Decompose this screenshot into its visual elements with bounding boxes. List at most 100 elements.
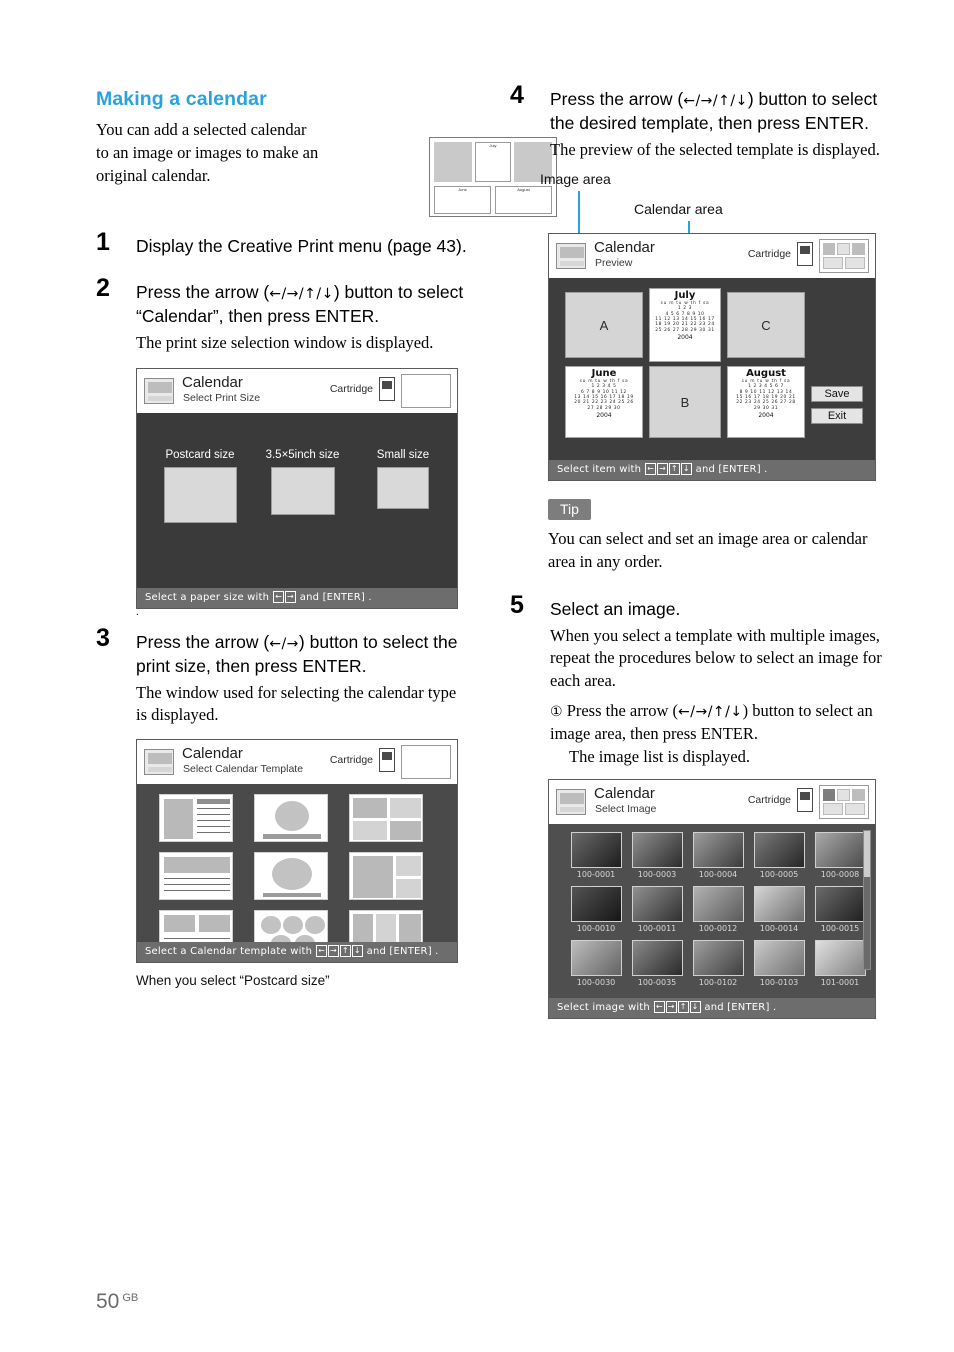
sample-month-label-june: June — [458, 187, 467, 192]
preview-footer-post: and [ENTER] . — [695, 464, 768, 476]
step-3-heading: Press the arrow (←/→) button to select t… — [136, 631, 468, 679]
image-list: 100-0001 100-0003 100-0004 100-0005 100-… — [549, 823, 875, 1018]
stray-mark: . — [136, 606, 139, 619]
print-size-header: Calendar Select Print Size Cartridge — [137, 369, 457, 415]
page-region-code: GB — [122, 1292, 139, 1304]
step-4-arrow-glyphs: ←/→/↑/↓ — [683, 93, 748, 109]
preview-august-year: 2004 — [758, 412, 774, 420]
list-item[interactable] — [571, 831, 622, 868]
step-3-number: 3 — [96, 624, 110, 653]
list-item[interactable] — [815, 885, 866, 922]
print-size-body: Postcard size 3.5×5inch size Small size — [137, 413, 457, 609]
template-thumb-5[interactable] — [254, 852, 328, 901]
step-5-number: 5 — [510, 590, 524, 619]
preview-footer-hint: Select item with ← → ↑ ↓ and [ENTER] . — [549, 460, 875, 481]
print-size-option-35x5-box — [270, 467, 335, 516]
step-4-number: 4 — [510, 81, 524, 109]
print-size-cartridge-label: Cartridge — [329, 383, 373, 396]
list-item[interactable] — [632, 831, 683, 868]
print-size-option-35x5-label: 3.5×5inch size — [265, 449, 340, 462]
print-size-option-postcard[interactable]: Postcard size — [155, 449, 245, 524]
select-image-subtitle: Select Image — [595, 802, 657, 815]
cartridge-icon — [379, 748, 395, 773]
cartridge-icon — [379, 377, 395, 402]
printer-icon — [144, 749, 174, 776]
screen-calendar-preview[interactable]: Calendar Preview Cartridge A July su m t… — [548, 233, 876, 482]
templates-cartridge-label: Cartridge — [329, 754, 373, 767]
list-item[interactable] — [571, 939, 622, 976]
list-item[interactable] — [632, 939, 683, 976]
list-item[interactable] — [815, 831, 866, 868]
select-image-footer-pre: Select image with — [557, 1001, 650, 1013]
preview-save-button[interactable]: Save — [811, 386, 863, 403]
list-item-label: 100-0035 — [637, 977, 677, 987]
screen-select-image[interactable]: Calendar Select Image Cartridge 100-0001… — [548, 778, 876, 1019]
step-2-subtext: The print size selection window is displ… — [136, 332, 434, 352]
list-item[interactable] — [815, 939, 866, 976]
key-right-icon: → — [665, 1000, 677, 1013]
key-right-icon: → — [284, 591, 296, 604]
template-thumb-3[interactable] — [349, 794, 423, 843]
page-number: 50 GB — [96, 1290, 138, 1314]
key-left-icon: ← — [653, 1000, 665, 1013]
preview-calendar-july[interactable]: July su m tu w th f sa 1 2 3 4 5 6 7 8 9… — [649, 288, 721, 363]
key-left-icon: ← — [645, 463, 657, 476]
templates-footer-pre: Select a Calendar template with — [145, 946, 313, 958]
key-up-icon: ↑ — [339, 945, 351, 958]
print-size-option-small-box — [377, 467, 429, 510]
list-item-label: 100-0004 — [698, 869, 738, 879]
image-list-scrollbar-knob[interactable] — [864, 830, 870, 877]
templates-header: Calendar Select Calendar Template Cartri… — [137, 740, 457, 786]
preview-image-area-b[interactable]: B — [649, 366, 721, 439]
screen-select-print-size[interactable]: Calendar Select Print Size Cartridge Pos… — [136, 368, 458, 610]
print-size-subtitle: Select Print Size — [183, 392, 261, 405]
print-size-option-35x5[interactable]: 3.5×5inch size — [255, 449, 350, 516]
preview-calendar-june[interactable]: June su m tu w th f sa 1 2 3 4 5 6 7 8 9… — [565, 366, 643, 439]
preview-july-year: 2004 — [677, 334, 693, 342]
print-size-option-small[interactable]: Small size — [361, 449, 445, 510]
list-item-label: 100-0005 — [759, 869, 799, 879]
preview-june-month: June — [591, 368, 617, 380]
print-size-option-small-label: Small size — [376, 449, 430, 462]
preview-exit-button[interactable]: Exit — [811, 408, 863, 425]
key-down-icon: ↓ — [680, 463, 692, 476]
tip-text: You can select and set an image area or … — [548, 529, 868, 571]
key-down-icon: ↓ — [351, 945, 363, 958]
list-item[interactable] — [754, 939, 805, 976]
preview-calendar-august[interactable]: August su m tu w th f sa 1 2 3 4 5 6 7 8… — [727, 366, 805, 439]
step-3-heading-a: Press the arrow ( — [136, 632, 270, 653]
preview-image-area-c[interactable]: C — [727, 292, 805, 359]
preview-area-a-label: A — [599, 318, 609, 334]
preview-image-area-a[interactable]: A — [565, 292, 643, 359]
list-item[interactable] — [754, 885, 805, 922]
list-item-label: 100-0030 — [576, 977, 616, 987]
callout-image-area-label: Image area — [540, 171, 611, 188]
template-thumb-4[interactable] — [159, 852, 233, 901]
screen-select-calendar-template[interactable]: Calendar Select Calendar Template Cartri… — [136, 739, 458, 964]
list-item[interactable] — [632, 885, 683, 922]
left-column: Making a calendar You can add a selected… — [96, 88, 557, 988]
list-item[interactable] — [571, 885, 622, 922]
preview-subtitle: Preview — [595, 257, 633, 270]
image-list-scrollbar[interactable] — [863, 829, 871, 970]
list-item[interactable] — [693, 885, 744, 922]
key-up-icon: ↑ — [677, 1000, 689, 1013]
step-4: 4 Press the arrow (←/→/↑/↓) button to se… — [510, 83, 892, 161]
template-thumb-2[interactable] — [254, 794, 328, 843]
key-left-icon: ← — [316, 945, 328, 958]
template-thumb-1[interactable] — [159, 794, 233, 843]
key-down-icon: ↓ — [689, 1000, 701, 1013]
list-item[interactable] — [693, 831, 744, 868]
step-4-heading: Press the arrow (←/→/↑/↓) button to sele… — [550, 88, 892, 136]
list-item[interactable] — [693, 939, 744, 976]
step-3-subtext: The window used for selecting the calend… — [136, 682, 457, 725]
list-item[interactable] — [754, 831, 805, 868]
list-item-label: 100-0011 — [637, 923, 677, 933]
step-1-number: 1 — [96, 228, 110, 257]
template-thumb-6[interactable] — [349, 852, 423, 901]
print-size-footer-pre: Select a paper size with — [145, 592, 270, 604]
templates-footer-hint: Select a Calendar template with ← → ↑ ↓ and… — [137, 942, 457, 963]
preview-template-thumb — [819, 239, 869, 274]
step-3: 3 Press the arrow (←/→) button to select… — [96, 626, 468, 727]
step-2-heading: Press the arrow (←/→/↑/↓) button to sele… — [136, 281, 468, 329]
